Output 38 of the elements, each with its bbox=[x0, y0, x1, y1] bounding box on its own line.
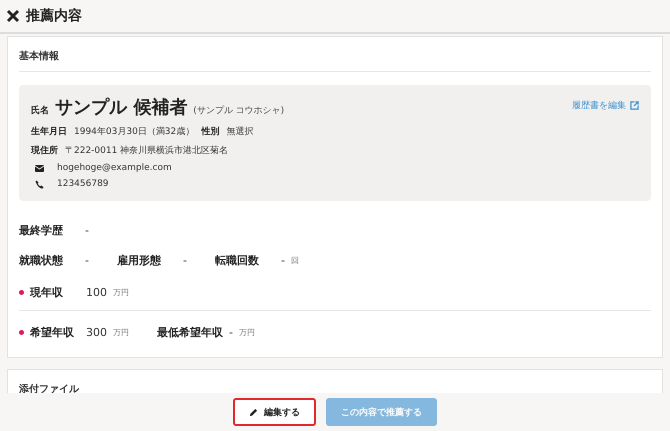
section-title: 基本情報 bbox=[19, 49, 651, 72]
field-label: 就職状態 bbox=[19, 252, 64, 268]
field-value: 無選択 bbox=[226, 126, 254, 138]
field-label: 性別 bbox=[201, 126, 220, 138]
field-value: - bbox=[280, 254, 285, 266]
field-value: - bbox=[85, 254, 89, 266]
pencil-icon bbox=[249, 408, 258, 416]
unit-label: 万円 bbox=[113, 326, 129, 338]
phone-value: 123456789 bbox=[57, 179, 109, 189]
email-value: hogehoge@example.com bbox=[57, 163, 172, 173]
close-icon[interactable] bbox=[6, 9, 20, 23]
field-label: 雇用形態 bbox=[116, 252, 162, 268]
field-value: 〒222-0011 神奈川県横浜市港北区菊名 bbox=[65, 144, 228, 157]
unit-label: 万円 bbox=[238, 326, 255, 338]
field-value: 1994年03月30日（満32歳） bbox=[74, 126, 194, 138]
field-label: 希望年収 bbox=[30, 324, 75, 340]
field-label: 氏名 bbox=[31, 104, 49, 117]
candidate-name: サンプル 候補者 bbox=[55, 96, 188, 119]
field-value: 100 bbox=[86, 286, 107, 299]
field-value: - bbox=[182, 254, 187, 266]
field-value: - bbox=[85, 224, 89, 236]
page-title: 推薦内容 bbox=[26, 7, 82, 25]
edit-resume-link[interactable]: 履歴書を編集 bbox=[572, 99, 639, 112]
field-value: 300 bbox=[86, 326, 107, 338]
field-label: 生年月日 bbox=[31, 125, 67, 138]
field-label: 現年収 bbox=[30, 285, 64, 300]
field-label: 現住所 bbox=[31, 144, 58, 157]
field-label: 最終学歴 bbox=[19, 222, 64, 238]
field-label: 最低希望年収 bbox=[157, 324, 223, 340]
external-link-icon bbox=[630, 101, 639, 110]
envelope-icon bbox=[35, 164, 44, 172]
edit-button[interactable]: 編集する bbox=[233, 398, 316, 426]
field-label: 転職回数 bbox=[214, 252, 260, 268]
unit-label: 万円 bbox=[113, 287, 129, 298]
name-kana: (サンプル コウホシャ) bbox=[193, 104, 284, 117]
unit-label: 回 bbox=[290, 254, 299, 266]
field-value: - bbox=[229, 326, 233, 338]
phone-icon bbox=[35, 180, 44, 188]
